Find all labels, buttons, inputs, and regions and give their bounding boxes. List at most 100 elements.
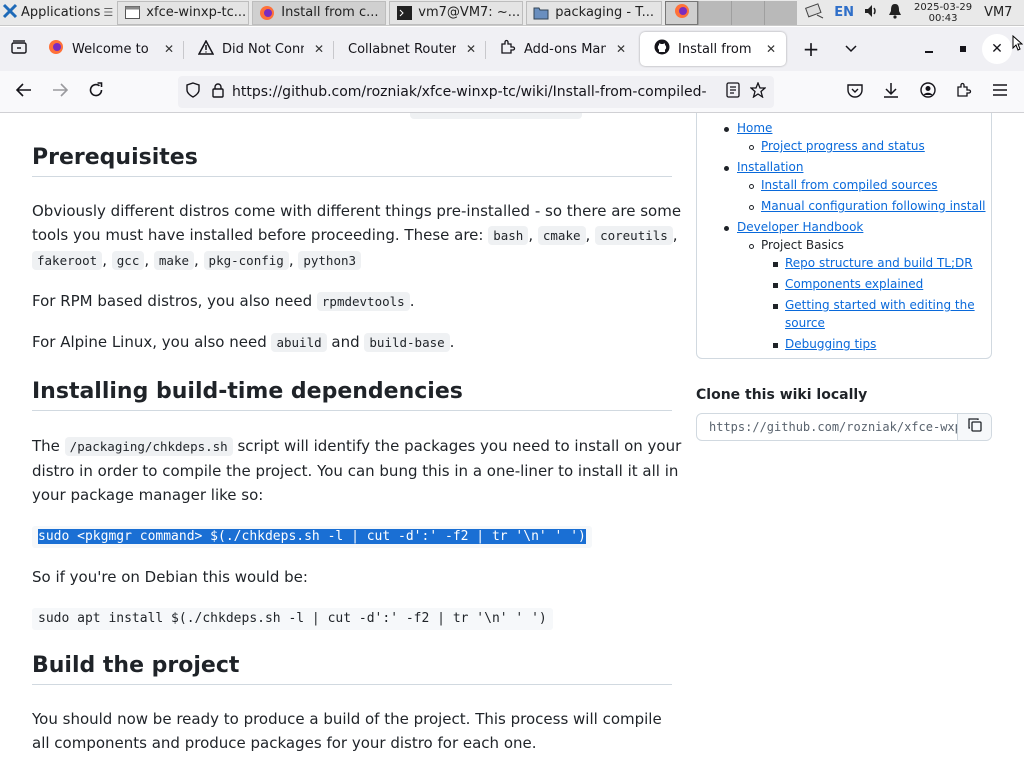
keyboard-layout[interactable]: EN [834, 5, 854, 20]
pocket-icon [847, 83, 863, 102]
toc-link-repo-structure[interactable]: Repo structure and build TL;DR [785, 256, 973, 270]
taskbar-task-xfce[interactable]: xfce-winxp-tc... [117, 0, 250, 25]
firefox-view-button[interactable] [4, 34, 34, 64]
forward-button[interactable] [43, 75, 77, 109]
pkg-code: pkg-config [203, 251, 289, 270]
toc-link-installation[interactable]: Installation [737, 160, 803, 174]
toc-link-components[interactable]: Components explained [785, 277, 923, 291]
pkg-code: cmake [537, 226, 586, 245]
heading-prerequisites: Prerequisites [32, 145, 672, 177]
bullet-icon [773, 283, 778, 288]
chkdeps-code: /packaging/chkdeps.sh [64, 437, 233, 456]
reload-icon [88, 82, 104, 102]
network-icon[interactable] [805, 2, 825, 23]
bullet-icon [773, 262, 778, 267]
chevron-down-icon [845, 42, 857, 57]
tab-did-not-connect[interactable]: Did Not Conne ✕ [184, 32, 334, 66]
firefox-view-icon [11, 40, 27, 58]
rpm-code: rpmdevtools [316, 292, 410, 311]
navigation-toolbar: https://github.com/rozniak/xfce-winxp-tc… [0, 71, 1024, 113]
heading-build-project: Build the project [32, 653, 672, 685]
cut-inline-code [410, 113, 582, 119]
back-button[interactable] [7, 75, 41, 109]
bullet-icon [724, 127, 729, 132]
workspace-1[interactable] [665, 0, 699, 25]
tracking-protection-shield-icon[interactable] [186, 82, 200, 102]
deps-text-a: The [32, 437, 65, 455]
url-bar[interactable]: https://github.com/rozniak/xfce-winxp-tc… [178, 76, 774, 108]
close-tab-icon[interactable]: ✕ [464, 42, 478, 56]
arrow-right-icon [52, 83, 69, 101]
window-icon [124, 5, 140, 21]
workspace-4[interactable] [764, 0, 798, 25]
task-label: vm7@VM7: ~... [418, 5, 521, 20]
tab-label: Welcome to Fi [72, 41, 154, 57]
code-block-debian[interactable]: sudo apt install $(./chkdeps.sh -l | cut… [32, 608, 553, 630]
toc-link-getting-started[interactable]: Getting started with editing the [785, 298, 975, 312]
task-label: xfce-winxp-tc... [146, 5, 247, 20]
tab-label: Did Not Conne [222, 41, 304, 57]
arrow-left-icon [15, 83, 32, 101]
taskbar-task-files[interactable]: packaging - T... [526, 0, 663, 25]
volume-icon[interactable] [863, 3, 879, 23]
pkg-code: bash [488, 226, 529, 245]
close-window-button[interactable]: ✕ [982, 34, 1012, 64]
toc-link-getting-started-cont[interactable]: source [785, 316, 825, 330]
maximize-button[interactable] [948, 34, 978, 64]
heading-installing-deps: Installing build-time dependencies [32, 379, 672, 411]
build-paragraph: You should now be ready to produce a bui… [32, 710, 662, 752]
account-button[interactable] [911, 75, 945, 109]
alpine-paragraph: For Alpine Linux, you also need abuild a… [32, 333, 455, 352]
tab-welcome[interactable]: Welcome to Fi ✕ [34, 32, 184, 66]
copy-button[interactable] [957, 414, 991, 440]
url-text: https://github.com/rozniak/xfce-winxp-tc… [232, 84, 707, 100]
bookmark-star-icon[interactable] [749, 81, 767, 102]
toc-link-home[interactable]: Home [737, 121, 772, 135]
deps-paragraph: The /packaging/chkdeps.sh script will id… [32, 434, 682, 507]
clone-url-input[interactable]: https://github.com/rozniak/xfce-wxp-tc.w… [697, 420, 957, 434]
code-block-generic[interactable]: sudo <pkgmgr command> $(./chkdeps.sh -l … [32, 526, 592, 548]
puzzle-icon [500, 39, 516, 59]
new-tab-button[interactable]: + [796, 34, 826, 64]
puzzle-icon [956, 82, 972, 102]
close-tab-icon[interactable]: ✕ [614, 42, 628, 56]
terminal-icon [396, 5, 412, 21]
close-tab-icon[interactable]: ✕ [312, 42, 326, 56]
pkg-code: make [153, 251, 194, 270]
workspace-2[interactable] [698, 0, 732, 25]
tab-install-from-compiled[interactable]: Install from co ✕ [640, 32, 786, 66]
user-label[interactable]: VM7 [984, 5, 1012, 20]
applications-menu[interactable]: Applications ☰ [0, 0, 117, 26]
bullet-icon [749, 184, 754, 189]
tab-label: Install from co [678, 41, 756, 57]
toc-link-progress[interactable]: Project progress and status [761, 139, 925, 153]
clock[interactable]: 2025-03-29 00:43 [911, 2, 975, 24]
maximize-icon [960, 46, 966, 52]
toc-link-dev-handbook[interactable]: Developer Handbook [737, 220, 863, 234]
list-all-tabs-button[interactable] [836, 34, 866, 64]
toc-link-install-compiled[interactable]: Install from compiled sources [761, 178, 938, 192]
minimize-button[interactable] [914, 34, 944, 64]
workspace-3[interactable] [731, 0, 765, 25]
task-label: Install from c... [281, 5, 379, 20]
app-menu-button[interactable] [983, 75, 1017, 109]
lock-icon[interactable] [212, 82, 224, 102]
extensions-button[interactable] [947, 75, 981, 109]
taskbar-task-terminal[interactable]: vm7@VM7: ~... [389, 0, 524, 25]
close-tab-icon[interactable]: ✕ [764, 42, 778, 56]
downloads-button[interactable] [874, 75, 908, 109]
close-tab-icon[interactable]: ✕ [162, 42, 176, 56]
tab-addons-manager[interactable]: Add-ons Mana ✕ [486, 32, 636, 66]
reload-button[interactable] [79, 75, 113, 109]
pkg-code: gcc [111, 251, 145, 270]
taskbar-task-firefox[interactable]: Install from c... [252, 0, 387, 25]
browser-tab-bar: Welcome to Fi ✕ Did Not Conne ✕ Collabne… [0, 27, 1024, 71]
notifications-bell-icon[interactable] [888, 3, 902, 23]
reader-view-icon[interactable] [726, 82, 740, 102]
toc-link-manual-config[interactable]: Manual configuration following install [761, 199, 986, 213]
tab-collabnet-router[interactable]: Collabnet Router ✕ [334, 32, 486, 66]
pocket-button[interactable] [838, 75, 872, 109]
pkg-code: fakeroot [32, 251, 103, 270]
toc-link-debugging[interactable]: Debugging tips [785, 337, 876, 351]
firefox-icon [48, 39, 64, 59]
